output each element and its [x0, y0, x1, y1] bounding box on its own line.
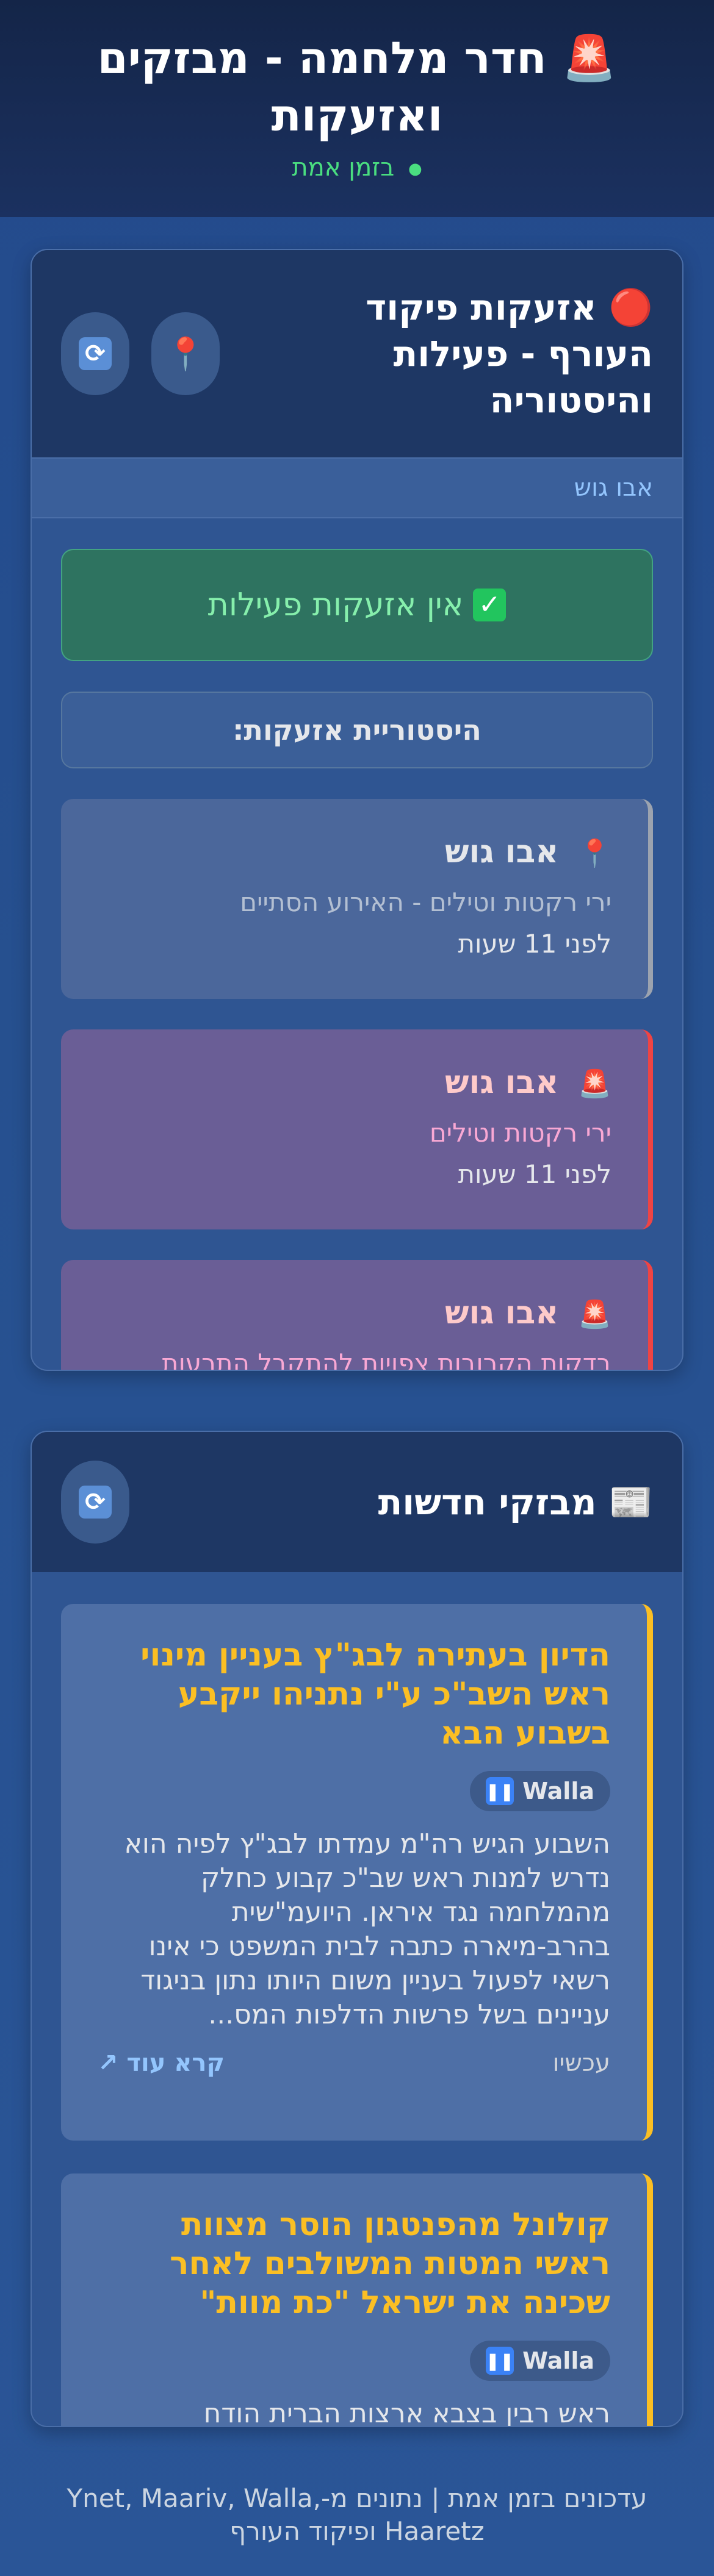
- page-title: 🚨 חדר מלחמה - מבזקים ואזעקות: [64, 29, 650, 144]
- news-panel: 📰 מבזקי חדשות ⟳ הדיון בעתירה לבג"ץ בעניי…: [31, 1431, 683, 2427]
- pause-icon: ❚❚: [486, 1777, 514, 1805]
- check-mark-icon: ✓: [473, 589, 507, 621]
- alert-type: בדקות הקרובות צפויות להתקבל התרעות: [161, 1348, 611, 1371]
- source-badge: Walla ❚❚: [470, 1771, 610, 1811]
- alerts-panel-title: 🔴 אזעקות פיקוד העורף - פעילות והיסטוריה: [311, 284, 653, 423]
- pin-icon: 📍: [578, 838, 611, 869]
- set-location-button[interactable]: 📍: [151, 312, 220, 395]
- news-title[interactable]: קולונל מהפנטגון הוסר מצוות ראשי המטות המ…: [98, 2205, 610, 2322]
- source-name: Walla: [522, 1778, 594, 1805]
- alert-place: אבו גוש: [445, 1064, 559, 1101]
- alert-history-item[interactable]: 🚨 אבו גוש בדקות הקרובות צפויות להתקבל הת…: [61, 1260, 653, 1371]
- news-panel-title: 📰 מבזקי חדשות: [378, 1479, 653, 1525]
- pin-icon: 📍: [165, 335, 206, 373]
- siren-icon: 🚨: [578, 1299, 611, 1330]
- page-header: 🚨 חדר מלחמה - מבזקים ואזעקות ● בזמן אמת: [0, 0, 714, 217]
- alerts-panel: 🔴 אזעקות פיקוד העורף - פעילות והיסטוריה …: [31, 249, 683, 1371]
- siren-icon: 🚨: [578, 1068, 611, 1100]
- alerts-actions: 📍 ⟳: [61, 312, 220, 395]
- location-text: אבו גוש: [574, 474, 653, 502]
- siren-icon: 🚨: [561, 32, 617, 84]
- alert-title: 📍 אבו גוש: [98, 831, 611, 875]
- red-circle-icon: 🔴: [608, 287, 653, 328]
- live-status-text: בזמן אמת: [292, 154, 395, 182]
- news-body: השבוע הגיש רה"מ עמדתו לבג"ץ לפיה הוא נדר…: [124, 1828, 610, 2030]
- alert-place: אבו גוש: [445, 834, 559, 870]
- news-actions: ⟳: [61, 1461, 129, 1544]
- news-panel-title-text: מבזקי חדשות: [378, 1481, 597, 1523]
- alert-title: 🚨 אבו גוש: [98, 1061, 611, 1106]
- alert-place: אבו גוש: [445, 1295, 559, 1331]
- alert-history-item[interactable]: 📍 אבו גוש ירי רקטות וטילים - האירוע הסתי…: [61, 799, 653, 999]
- news-item[interactable]: קולונל מהפנטגון הוסר מצוות ראשי המטות המ…: [61, 2174, 653, 2427]
- location-bar[interactable]: אבו גוש: [32, 457, 682, 518]
- alert-history-label: היסטוריית אזעקות:: [61, 692, 653, 768]
- live-dot-icon: ●: [408, 160, 422, 178]
- news-time: עכשיו: [552, 2049, 610, 2077]
- page-footer: עדכונים בזמן אמת | נתונים מ-Ynet, Maariv…: [67, 2483, 647, 2546]
- alerts-panel-header: 🔴 אזעקות פיקוד העורף - פעילות והיסטוריה …: [32, 250, 682, 457]
- news-title[interactable]: הדיון בעתירה לבג"ץ בעניין מינוי ראש השב"…: [98, 1636, 610, 1753]
- live-status: ● בזמן אמת: [0, 154, 714, 182]
- alert-type: ירי רקטות וטילים - האירוע הסתיים: [240, 887, 611, 917]
- news-body: ראש רבין בצבא ארצות הברית הודח: [203, 2398, 610, 2427]
- source-name: Walla: [522, 2347, 594, 2374]
- alert-title: 🚨 אבו גוש: [98, 1292, 611, 1336]
- refresh-alerts-button[interactable]: ⟳: [61, 312, 129, 395]
- source-badge: Walla ❚❚: [470, 2341, 610, 2381]
- alert-history-item[interactable]: 🚨 אבו גוש ירי רקטות וטילים לפני 11 שעות: [61, 1029, 653, 1229]
- alert-time: לפני 11 שעות: [458, 929, 611, 959]
- no-active-alerts-banner: ✓ אין אזעקות פעילות: [61, 549, 653, 661]
- newspaper-icon: 📰: [608, 1481, 653, 1523]
- alert-type: ירי רקטות וטילים: [429, 1118, 611, 1148]
- refresh-icon: ⟳: [79, 337, 112, 370]
- refresh-news-button[interactable]: ⟳: [61, 1461, 129, 1544]
- pause-icon: ❚❚: [486, 2347, 514, 2375]
- no-active-alerts-text: אין אזעקות פעילות: [207, 587, 464, 623]
- news-footer: עכשיו קרא עוד ↗: [98, 2049, 610, 2077]
- news-panel-header: 📰 מבזקי חדשות ⟳: [32, 1432, 682, 1572]
- read-more-link[interactable]: קרא עוד ↗: [98, 2049, 225, 2077]
- alert-time: לפני 11 שעות: [458, 1159, 611, 1189]
- news-item[interactable]: הדיון בעתירה לבג"ץ בעניין מינוי ראש השב"…: [61, 1604, 653, 2141]
- page-title-text: חדר מלחמה - מבזקים ואזעקות: [97, 32, 547, 141]
- refresh-icon: ⟳: [79, 1486, 112, 1519]
